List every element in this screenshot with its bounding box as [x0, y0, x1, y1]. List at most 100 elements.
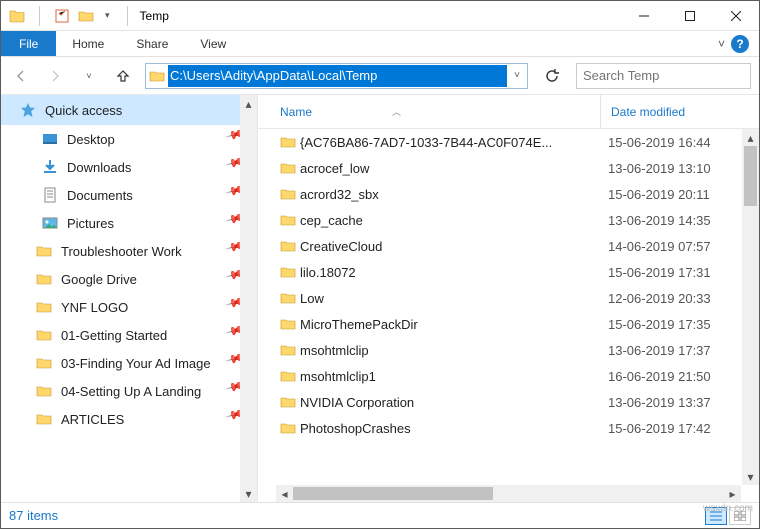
file-row[interactable]: msohtmlclip116-06-2019 21:50: [258, 363, 759, 389]
file-row[interactable]: cep_cache13-06-2019 14:35: [258, 207, 759, 233]
recent-dropdown-icon[interactable]: ˅: [77, 64, 101, 88]
properties-icon[interactable]: [54, 8, 70, 24]
qat-dropdown-icon[interactable]: ▾: [102, 10, 113, 21]
window-title: Temp: [134, 9, 169, 23]
file-date: 13-06-2019 13:10: [600, 161, 711, 176]
folder-icon: [280, 368, 300, 384]
scroll-up-icon[interactable]: ▴: [742, 129, 759, 146]
sidebar-item[interactable]: Pictures📌: [1, 209, 257, 237]
statusbar: 87 items: [1, 502, 759, 528]
desktop-icon: [41, 130, 59, 148]
ribbon-expand-icon[interactable]: ˅: [718, 37, 725, 51]
file-row[interactable]: CreativeCloud14-06-2019 07:57: [258, 233, 759, 259]
sidebar-item[interactable]: Desktop📌: [1, 125, 257, 153]
file-date: 15-06-2019 20:11: [600, 187, 710, 202]
folder-icon: [146, 68, 168, 84]
file-name: acrord32_sbx: [300, 187, 600, 202]
column-date[interactable]: Date modified: [600, 95, 685, 128]
sort-indicator-icon: ︿: [392, 105, 401, 118]
back-button[interactable]: [9, 64, 33, 88]
horizontal-scrollbar[interactable]: ◂ ▸: [276, 485, 741, 502]
sidebar-item[interactable]: 03-Finding Your Ad Image📌: [1, 349, 257, 377]
file-date: 15-06-2019 17:35: [600, 317, 711, 332]
star-icon: [19, 101, 37, 119]
sidebar-item[interactable]: 04-Setting Up A Landing📌: [1, 377, 257, 405]
scroll-down-icon[interactable]: ▾: [742, 468, 759, 485]
file-row[interactable]: NVIDIA Corporation13-06-2019 13:37: [258, 389, 759, 415]
sidebar-item[interactable]: Documents📌: [1, 181, 257, 209]
up-button[interactable]: [111, 64, 135, 88]
scrollbar-thumb[interactable]: [293, 487, 493, 500]
folder-icon: [35, 298, 53, 316]
file-row[interactable]: lilo.1807215-06-2019 17:31: [258, 259, 759, 285]
sidebar-item[interactable]: Troubleshooter Work📌: [1, 237, 257, 265]
sidebar-item[interactable]: Google Drive📌: [1, 265, 257, 293]
close-button[interactable]: [713, 1, 759, 31]
file-date: 13-06-2019 13:37: [600, 395, 711, 410]
file-date: 12-06-2019 20:33: [600, 291, 711, 306]
sidebar-scrollbar[interactable]: ▴ ▾: [240, 95, 257, 502]
sidebar-item-label: 04-Setting Up A Landing: [61, 384, 218, 399]
scroll-left-icon[interactable]: ◂: [276, 485, 293, 502]
scroll-down-icon[interactable]: ▾: [240, 485, 257, 502]
vertical-scrollbar[interactable]: ▴ ▾: [742, 129, 759, 485]
file-row[interactable]: acrord32_sbx15-06-2019 20:11: [258, 181, 759, 207]
column-name[interactable]: Name ︿: [280, 105, 600, 119]
folder-icon: [35, 242, 53, 260]
titlebar: ▾ Temp: [1, 1, 759, 31]
refresh-button[interactable]: [538, 63, 566, 89]
sidebar-item[interactable]: YNF LOGO📌: [1, 293, 257, 321]
file-list: Name ︿ Date modified {AC76BA86-7AD7-1033…: [258, 95, 759, 502]
folder-icon: [280, 290, 300, 306]
search-box[interactable]: [576, 63, 751, 89]
file-date: 15-06-2019 16:44: [600, 135, 711, 150]
file-date: 16-06-2019 21:50: [600, 369, 711, 384]
file-name: CreativeCloud: [300, 239, 600, 254]
file-name: lilo.18072: [300, 265, 600, 280]
file-date: 13-06-2019 17:37: [600, 343, 711, 358]
scroll-right-icon[interactable]: ▸: [724, 485, 741, 502]
sidebar-quick-access[interactable]: Quick access: [1, 95, 257, 125]
help-icon[interactable]: ?: [731, 35, 749, 53]
search-input[interactable]: [577, 68, 760, 83]
folder-icon: [280, 134, 300, 150]
scrollbar-thumb[interactable]: [744, 146, 757, 206]
folder-icon: [280, 420, 300, 436]
file-row[interactable]: Low12-06-2019 20:33: [258, 285, 759, 311]
maximize-button[interactable]: [667, 1, 713, 31]
folder-icon: [9, 8, 25, 24]
tab-share[interactable]: Share: [120, 31, 184, 56]
file-name: msohtmlclip1: [300, 369, 600, 384]
file-row[interactable]: MicroThemePackDir15-06-2019 17:35: [258, 311, 759, 337]
file-row[interactable]: PhotoshopCrashes15-06-2019 17:42: [258, 415, 759, 441]
tab-view[interactable]: View: [184, 31, 242, 56]
folder-icon: [35, 354, 53, 372]
file-tab[interactable]: File: [1, 31, 56, 56]
minimize-button[interactable]: [621, 1, 667, 31]
file-row[interactable]: {AC76BA86-7AD7-1033-7B44-AC0F074E...15-0…: [258, 129, 759, 155]
sidebar-item[interactable]: 01-Getting Started📌: [1, 321, 257, 349]
navbar: ˅ ˅: [1, 57, 759, 95]
address-dropdown-icon[interactable]: ˅: [507, 70, 527, 81]
file-date: 15-06-2019 17:31: [600, 265, 711, 280]
folder-icon: [280, 212, 300, 228]
address-input[interactable]: [168, 65, 507, 87]
folder-icon: [35, 382, 53, 400]
file-date: 15-06-2019 17:42: [600, 421, 711, 436]
file-row[interactable]: msohtmlclip13-06-2019 17:37: [258, 337, 759, 363]
sidebar-item-label: 01-Getting Started: [61, 328, 218, 343]
new-folder-icon[interactable]: [78, 8, 94, 24]
scroll-up-icon[interactable]: ▴: [240, 95, 257, 112]
sidebar-item[interactable]: ARTICLES📌: [1, 405, 257, 433]
ribbon: File Home Share View ˅ ?: [1, 31, 759, 57]
file-row[interactable]: acrocef_low13-06-2019 13:10: [258, 155, 759, 181]
sidebar-item[interactable]: Downloads📌: [1, 153, 257, 181]
folder-icon: [35, 270, 53, 288]
file-name: Low: [300, 291, 600, 306]
address-bar[interactable]: ˅: [145, 63, 528, 89]
sidebar-item-label: Pictures: [67, 216, 218, 231]
forward-button[interactable]: [43, 64, 67, 88]
tab-home[interactable]: Home: [56, 31, 120, 56]
folder-icon: [35, 326, 53, 344]
sidebar-item-label: Downloads: [67, 160, 218, 175]
